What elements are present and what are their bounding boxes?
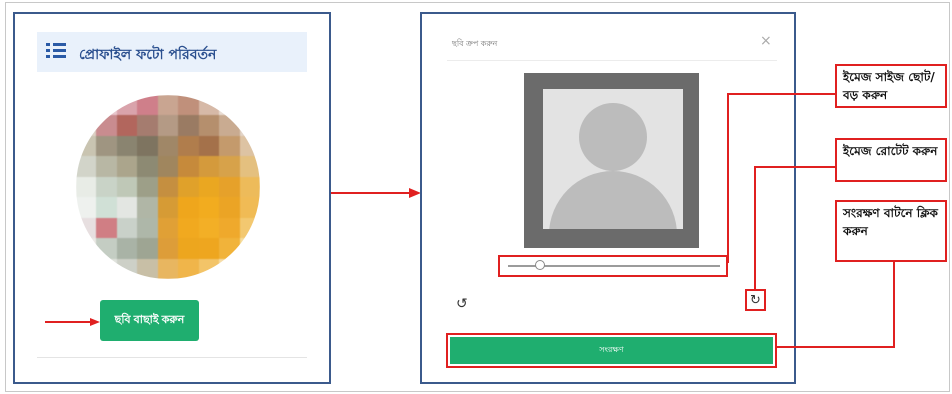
arrow-right-icon	[45, 318, 100, 326]
callout-rotate-image: ইমেজ রোটেট করুন	[835, 138, 947, 182]
rotate-right-icon[interactable]: ↻	[745, 289, 766, 311]
choose-photo-button[interactable]: ছবি বাছাই করুন	[100, 300, 199, 341]
list-icon	[46, 42, 68, 60]
leader-line	[777, 346, 895, 348]
blurred-photo	[76, 95, 260, 279]
leader-line	[727, 93, 835, 95]
zoom-slider-highlight	[498, 255, 728, 277]
leader-line	[754, 166, 835, 168]
modal-title: ছবি ক্রপ করুন	[452, 39, 498, 48]
callout-resize-image: ইমেজ সাইজ ছোট/বড় করুন	[835, 64, 947, 108]
profile-photo-header: প্রোফাইল ফটো পরিবর্তন	[37, 32, 307, 72]
callout-click-save: সংরক্ষণ বাটনে ক্লিক করুন	[835, 200, 947, 262]
leader-line	[754, 166, 756, 290]
user-silhouette-icon	[543, 89, 683, 229]
leader-line	[893, 262, 895, 347]
modal-divider	[447, 60, 777, 61]
save-button-highlight: সংরক্ষণ	[446, 333, 777, 368]
zoom-slider-thumb[interactable]	[534, 260, 545, 270]
arrow-right-icon	[331, 188, 421, 198]
page-title: প্রোফাইল ফটো পরিবর্তন	[79, 47, 217, 63]
leader-line	[727, 93, 729, 263]
rotate-left-icon[interactable]: ↺	[456, 296, 468, 312]
save-button[interactable]: সংরক্ষণ	[450, 337, 773, 364]
avatar	[76, 95, 260, 279]
close-icon[interactable]: ×	[760, 33, 772, 49]
